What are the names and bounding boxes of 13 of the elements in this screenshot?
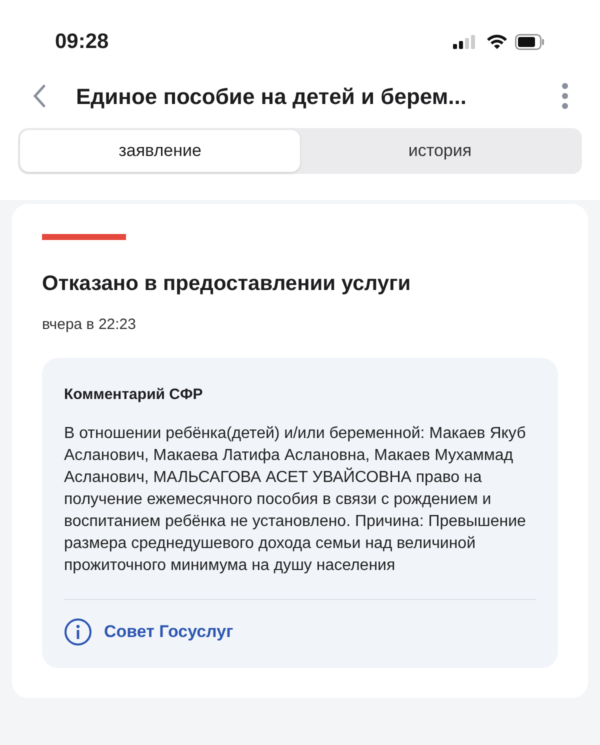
more-icon[interactable] [560, 83, 570, 109]
tab[interactable]: история [300, 130, 580, 172]
tab[interactable]: заявление [20, 130, 300, 172]
advice-link[interactable]: Совет Госуслуг [64, 618, 536, 646]
status-date: вчера в 22:23 [42, 314, 137, 334]
screen-title: Единое пособие на детей и берем... [76, 82, 468, 111]
status-time: 09:28 [55, 29, 109, 56]
comment-title: Комментарий СФР [64, 385, 204, 405]
status-title: Отказано в предоставлении услуги [42, 271, 412, 297]
comment-text: В отношении ребёнка(детей) и/или беременной: Макаев Якуб Асланович, Макаева Латифа Аслановна, Макаев Мухаммад Асланович, МАЛЬСАГОВА АСЕТ УВАЙСОВНА право на получение ежемесячного пособия в связи с рождением и воспитанием ребёнка не установлено. Причина: Превышение размера среднедушевого дохода семьи над величиной прожиточного минимума на душу населения [64, 424, 527, 576]
info-icon [64, 618, 92, 646]
battery-icon [515, 34, 545, 50]
wifi-icon [486, 34, 508, 50]
